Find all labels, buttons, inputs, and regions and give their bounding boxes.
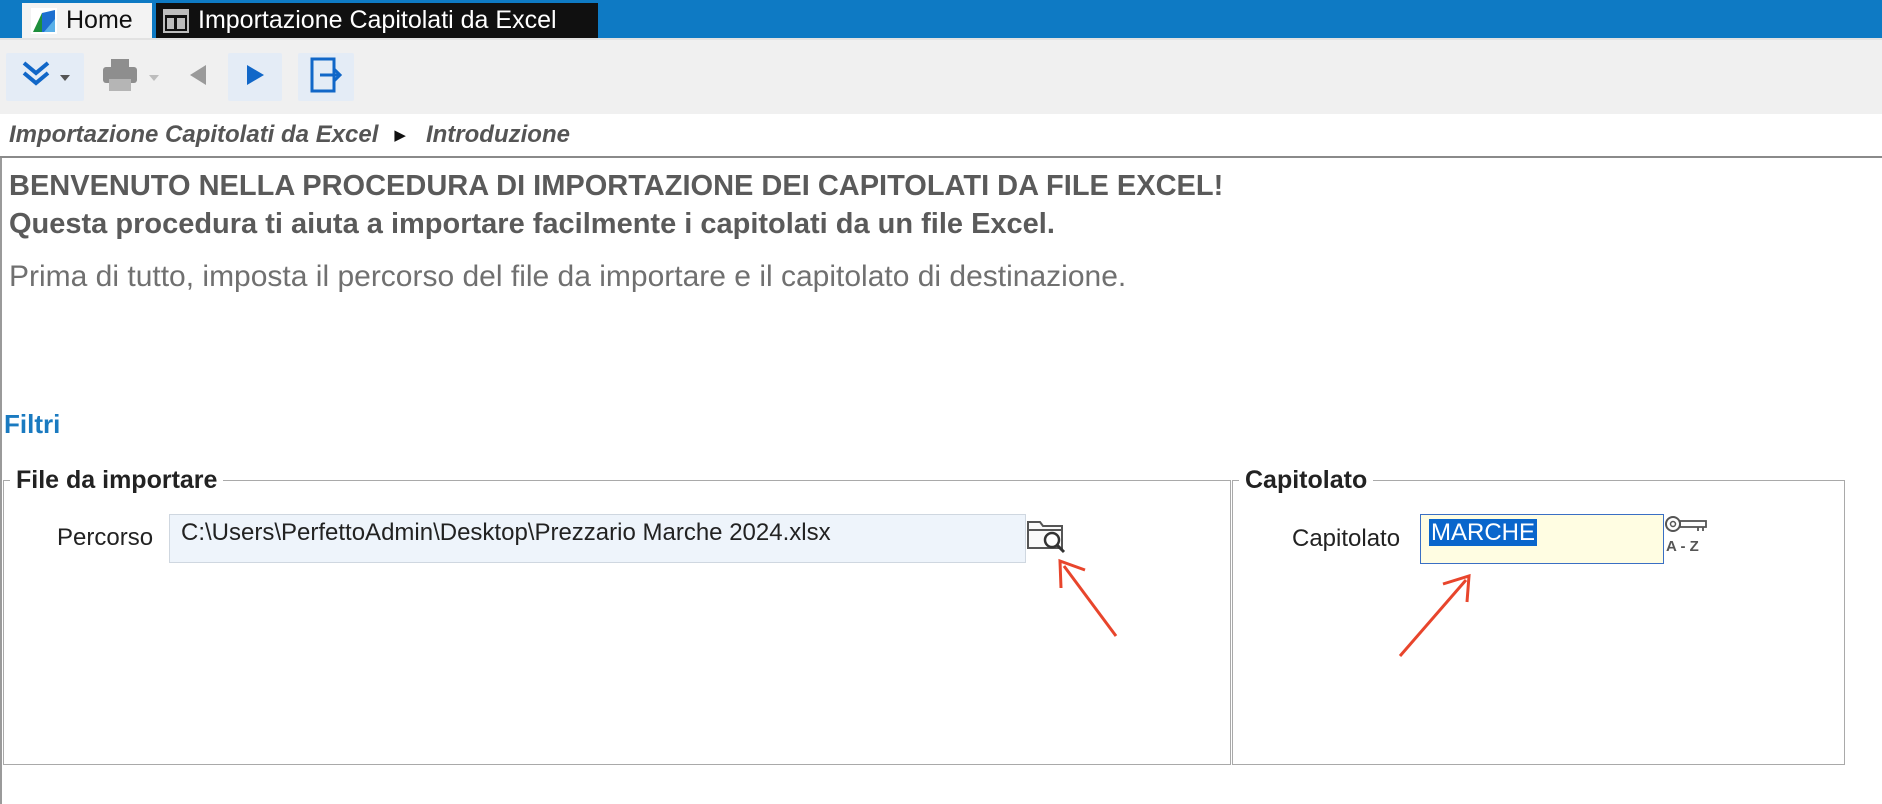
- capitolato-label: Capitolato: [1292, 525, 1401, 552]
- tab-bar: Home Importazione Capitolati da Excel: [0, 0, 1882, 38]
- app-logo-icon: [30, 7, 58, 35]
- file-group: File da importare: [3, 466, 1231, 765]
- content-border: [0, 158, 2, 804]
- print-icon: [99, 55, 165, 100]
- folder-search-icon: [1026, 521, 1070, 560]
- exit-icon: [308, 56, 344, 99]
- key-icon: [1664, 514, 1710, 538]
- toolbar: [0, 38, 1882, 114]
- intro-text: Prima di tutto, imposta il percorso del …: [9, 260, 1127, 293]
- browse-file-button[interactable]: [1026, 514, 1070, 556]
- breadcrumb: Importazione Capitolati da Excel ▶ Intro…: [0, 114, 1882, 158]
- tab-home[interactable]: Home: [22, 3, 152, 38]
- expand-menu-icon: [14, 55, 76, 100]
- breadcrumb-item-procedure[interactable]: Importazione Capitolati da Excel: [9, 121, 378, 149]
- capitolato-group-legend: Capitolato: [1245, 466, 1368, 494]
- tab-importazione-label: Importazione Capitolati da Excel: [198, 6, 557, 34]
- exit-button[interactable]: [298, 53, 354, 101]
- window-layout-icon: [162, 7, 190, 35]
- forward-button[interactable]: [228, 53, 282, 101]
- back-arrow-icon: [186, 61, 210, 94]
- capitolato-group: Capitolato: [1232, 466, 1845, 765]
- capitolato-input[interactable]: MARCHE: [1420, 514, 1664, 564]
- expand-menu-button[interactable]: [6, 53, 84, 101]
- filters-title: Filtri: [4, 409, 61, 439]
- lookup-button[interactable]: A - Z: [1664, 514, 1710, 558]
- back-button[interactable]: [178, 53, 218, 101]
- forward-arrow-icon: [242, 61, 268, 94]
- capitolato-value: MARCHE: [1429, 519, 1538, 546]
- tab-home-label: Home: [66, 6, 133, 34]
- file-group-legend: File da importare: [16, 466, 218, 494]
- tab-importazione[interactable]: Importazione Capitolati da Excel: [156, 3, 598, 38]
- print-button[interactable]: [96, 53, 168, 101]
- path-label: Percorso: [57, 524, 154, 551]
- path-input[interactable]: C:\Users\PerfettoAdmin\Desktop\Prezzario…: [169, 514, 1026, 563]
- breadcrumb-item-current: Introduzione: [425, 121, 570, 148]
- welcome-heading: BENVENUTO NELLA PROCEDURA DI IMPORTAZION…: [9, 170, 1224, 202]
- breadcrumb-separator-icon: ▶: [394, 127, 406, 144]
- lookup-sort-label: A - Z: [1666, 538, 1699, 555]
- welcome-subheading: Questa procedura ti aiuta a importare fa…: [9, 208, 1055, 240]
